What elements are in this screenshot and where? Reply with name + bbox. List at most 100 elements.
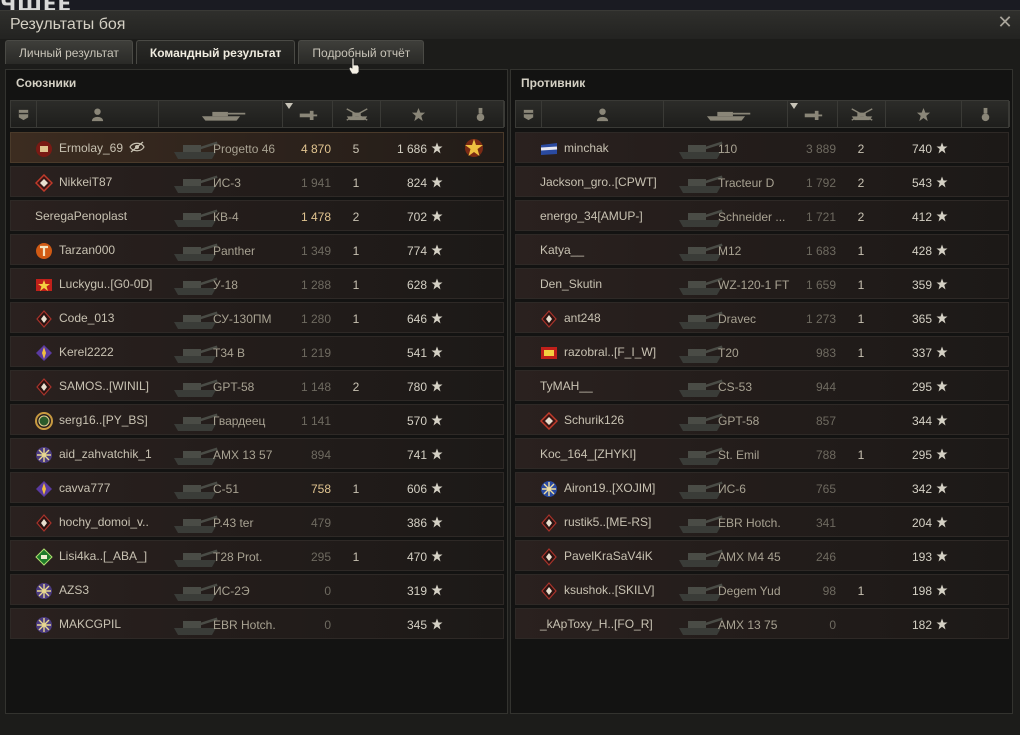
player-name[interactable]: Jackson_gro..[CPWT] bbox=[540, 175, 657, 189]
player-row[interactable]: Code_013 СУ-130ПМ 1 280 1 646 bbox=[10, 302, 504, 333]
player-name[interactable]: Tarzan000 bbox=[59, 243, 115, 257]
enemies-header-vehicle[interactable] bbox=[664, 101, 788, 127]
player-row[interactable]: Katya__ M12 1 683 1 428 bbox=[515, 234, 1009, 265]
player-name[interactable]: rustik5..[ME-RS] bbox=[564, 515, 651, 529]
player-name[interactable]: serg16..[PY_BS] bbox=[59, 413, 148, 427]
vehicle-icon bbox=[679, 447, 723, 465]
player-name[interactable]: Schurik126 bbox=[564, 413, 624, 427]
player-name[interactable]: hochy_domoi_v.. bbox=[59, 515, 149, 529]
player-row[interactable]: SAMOS..[WINIL] GPT-58 1 148 2 780 bbox=[10, 370, 504, 401]
medal-icon bbox=[465, 139, 483, 157]
player-row[interactable]: Ermolay_69 Progetto 46 4 870 5 1 686 bbox=[10, 132, 504, 163]
player-name[interactable]: Kerel2222 bbox=[59, 345, 114, 359]
player-row[interactable]: Lisi4ka..[_ABA_] T28 Prot. 295 1 470 bbox=[10, 540, 504, 571]
vehicle-icon bbox=[679, 141, 723, 159]
vehicle-name: St. Emil bbox=[718, 448, 760, 462]
player-row[interactable]: minchak 110 3 889 2 740 bbox=[515, 132, 1009, 163]
player-name[interactable]: PavelKraSaV4iK bbox=[564, 549, 653, 563]
player-row[interactable]: SeregaPenoplast КВ-4 1 478 2 702 bbox=[10, 200, 504, 231]
player-row[interactable]: rustik5..[ME-RS] EBR Hotch. 341 204 bbox=[515, 506, 1009, 537]
enemies-header-xp[interactable] bbox=[886, 101, 962, 127]
player-row[interactable]: NikkeiT87 ИС-3 1 941 1 824 bbox=[10, 166, 504, 197]
player-name[interactable]: SAMOS..[WINIL] bbox=[59, 379, 149, 393]
player-name[interactable]: Code_013 bbox=[59, 311, 114, 325]
player-row[interactable]: ant248 Dravec 1 273 1 365 bbox=[515, 302, 1009, 333]
player-name[interactable]: NikkeiT87 bbox=[59, 175, 112, 189]
player-row[interactable]: razobral..[F_I_W] T20 983 1 337 bbox=[515, 336, 1009, 367]
diamond-emblem-icon bbox=[540, 412, 558, 430]
player-name[interactable]: aid_zahvatchik_1 bbox=[59, 447, 152, 461]
frags-icon bbox=[345, 107, 368, 121]
player-name[interactable]: minchak bbox=[564, 141, 609, 155]
enemies-header-frags[interactable] bbox=[838, 101, 886, 127]
allies-header-xp[interactable] bbox=[381, 101, 457, 127]
player-row[interactable]: Tarzan000 Panther 1 349 1 774 bbox=[10, 234, 504, 265]
xp-value: 345 bbox=[406, 618, 427, 632]
enemies-header-damage[interactable] bbox=[788, 101, 838, 127]
clan-emblem-icon bbox=[541, 481, 557, 497]
player-row[interactable]: Airon19..[XOJIM] ИС-6 765 342 bbox=[515, 472, 1009, 503]
allies-header-vehicle[interactable] bbox=[159, 101, 283, 127]
player-name[interactable]: Den_Skutin bbox=[540, 277, 602, 291]
player-row[interactable]: Jackson_gro..[CPWT] Tracteur D 1 792 2 543 bbox=[515, 166, 1009, 197]
player-name[interactable]: MAKCGPIL bbox=[59, 617, 121, 631]
player-row[interactable]: PavelKraSaV4iK AMX M4 45 246 193 bbox=[515, 540, 1009, 571]
player-name[interactable]: cavva777 bbox=[59, 481, 110, 495]
allies-header-platoon[interactable] bbox=[11, 101, 37, 127]
player-row[interactable]: Schurik126 GPT-58 857 344 bbox=[515, 404, 1009, 435]
enemies-header-medal[interactable] bbox=[962, 101, 1010, 127]
player-row[interactable]: TyMAH__ CS-53 944 295 bbox=[515, 370, 1009, 401]
vehicle-icon bbox=[679, 345, 723, 363]
player-name[interactable]: Lisi4ka..[_ABA_] bbox=[59, 549, 147, 563]
player-row[interactable]: Koc_164_[ZHYKI] St. Emil 788 1 295 bbox=[515, 438, 1009, 469]
player-name[interactable]: AZS3 bbox=[59, 583, 89, 597]
clan-emblem-icon bbox=[36, 447, 52, 463]
frags-value: 2 bbox=[352, 380, 360, 394]
player-name[interactable]: Katya__ bbox=[540, 243, 584, 257]
player-row[interactable]: energo_34[AMUP-] Schneider ... 1 721 2 412 bbox=[515, 200, 1009, 231]
player-row[interactable]: MAKCGPIL EBR Hotch. 0 345 bbox=[10, 608, 504, 639]
player-row[interactable]: AZS3 ИС-2Э 0 319 bbox=[10, 574, 504, 605]
player-name[interactable]: _kApToxy_H..[FO_R] bbox=[540, 617, 653, 631]
player-row[interactable]: aid_zahvatchik_1 AMX 13 57 894 741 bbox=[10, 438, 504, 469]
player-row[interactable]: _kApToxy_H..[FO_R] AMX 13 75 0 182 bbox=[515, 608, 1009, 639]
player-name[interactable]: Luckygu..[G0-0D] bbox=[59, 277, 152, 291]
enemies-header-platoon[interactable] bbox=[516, 101, 542, 127]
battle-results-window: Результаты боя ✕ Личный результат Команд… bbox=[0, 10, 1020, 735]
player-name[interactable]: Koc_164_[ZHYKI] bbox=[540, 447, 636, 461]
player-row[interactable]: Kerel2222 T34 B 1 219 541 bbox=[10, 336, 504, 367]
player-name[interactable]: ksushok..[SKILV] bbox=[564, 583, 655, 597]
player-name[interactable]: energo_34[AMUP-] bbox=[540, 209, 643, 223]
player-row[interactable]: cavva777 С-51 758 1 606 bbox=[10, 472, 504, 503]
player-row[interactable]: serg16..[PY_BS] Гвардеец 1 141 570 bbox=[10, 404, 504, 435]
tab-personal-result[interactable]: Личный результат bbox=[5, 40, 133, 64]
tab-team-result[interactable]: Командный результат bbox=[135, 40, 296, 64]
tab-detailed-report[interactable]: Подробный отчёт bbox=[298, 40, 425, 64]
damage-value: 479 bbox=[310, 516, 331, 530]
player-name[interactable]: Ermolay_69 bbox=[59, 141, 123, 155]
player-row[interactable]: hochy_domoi_v.. P.43 ter 479 386 bbox=[10, 506, 504, 537]
platoon-icon bbox=[523, 109, 534, 120]
diamond-emblem-icon bbox=[541, 310, 557, 328]
close-button[interactable]: ✕ bbox=[996, 14, 1014, 32]
allies-header-medal[interactable] bbox=[457, 101, 505, 127]
player-name[interactable]: ant248 bbox=[564, 311, 601, 325]
allies-header-frags[interactable] bbox=[333, 101, 381, 127]
damage-value: 1 273 bbox=[805, 312, 836, 326]
player-row[interactable]: ksushok..[SKILV] Degem Yud 98 1 198 bbox=[515, 574, 1009, 605]
clan-emblem-icon bbox=[541, 347, 557, 359]
vehicle-icon bbox=[174, 209, 218, 227]
player-name[interactable]: razobral..[F_I_W] bbox=[564, 345, 656, 359]
player-name[interactable]: SeregaPenoplast bbox=[35, 209, 127, 223]
damage-value: 1 478 bbox=[300, 210, 331, 224]
player-name[interactable]: TyMAH__ bbox=[540, 379, 593, 393]
allies-header-damage[interactable] bbox=[283, 101, 333, 127]
vehicle-name: Schneider ... bbox=[718, 210, 786, 224]
player-name[interactable]: Airon19..[XOJIM] bbox=[564, 481, 655, 495]
vehicle-icon bbox=[174, 243, 218, 261]
allies-header-player[interactable] bbox=[37, 101, 159, 127]
xp-value: 198 bbox=[911, 584, 932, 598]
player-row[interactable]: Luckygu..[G0-0D] У-18 1 288 1 628 bbox=[10, 268, 504, 299]
enemies-header-player[interactable] bbox=[542, 101, 664, 127]
player-row[interactable]: Den_Skutin WZ-120-1 FT 1 659 1 359 bbox=[515, 268, 1009, 299]
